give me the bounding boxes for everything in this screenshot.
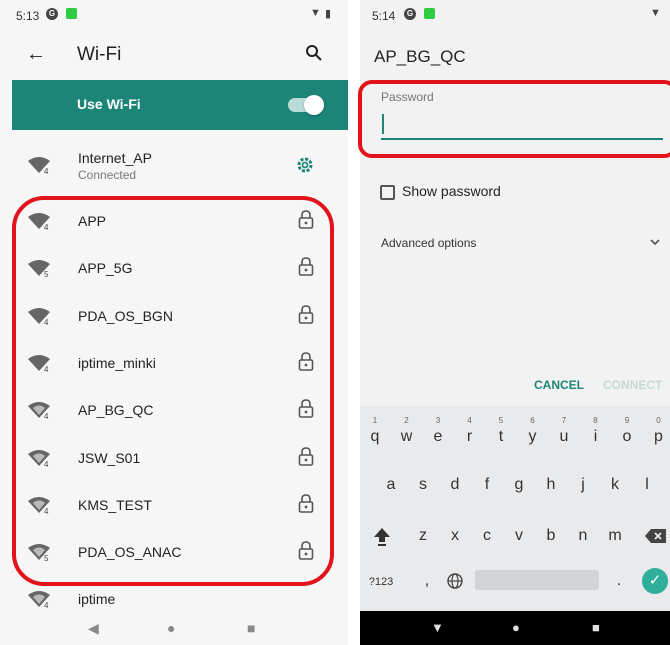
key-q[interactable]: q1	[364, 416, 386, 446]
app-notification-icon	[66, 8, 77, 19]
key-hint: 6	[530, 416, 535, 425]
key-i[interactable]: i8	[585, 416, 607, 446]
nav-bar: ◀ ● ■	[0, 610, 348, 645]
key-s[interactable]: s	[412, 476, 434, 494]
screenshot-stage: 5:13 G ▼ ▮ ← Wi-Fi Use Wi-Fi 4 Internet_…	[0, 0, 670, 645]
key-w[interactable]: w2	[396, 416, 418, 446]
key-hint: 2	[404, 416, 409, 425]
network-status: Connected	[78, 168, 137, 182]
key-hint: 0	[656, 416, 661, 425]
search-icon[interactable]	[305, 44, 323, 62]
key-u[interactable]: u7	[553, 416, 575, 446]
key-t[interactable]: t5	[490, 416, 512, 446]
app-bar: ← Wi-Fi	[0, 30, 348, 80]
key-hint: 5	[498, 416, 504, 425]
wifi-signal-icon: 4	[28, 591, 50, 609]
nav-bar: ▼ ● ■	[360, 611, 670, 645]
globe-icon[interactable]	[446, 572, 464, 590]
notification-icon: G	[46, 8, 58, 20]
dialog-title: AP_BG_QC	[374, 47, 466, 66]
key-hint: 4	[467, 416, 472, 425]
status-time: 5:14	[372, 9, 396, 23]
cancel-button[interactable]: CANCEL	[534, 378, 584, 392]
key-h[interactable]: h	[540, 476, 562, 494]
key-hint: 7	[561, 416, 567, 425]
key-n[interactable]: n	[572, 527, 594, 545]
status-bar: 5:13 G ▼ ▮	[0, 0, 348, 30]
wifi-status-icon: ▼	[650, 7, 661, 19]
status-bar: 5:14 G ▼	[360, 0, 670, 30]
highlight-network-list	[12, 196, 334, 586]
network-name: Internet_AP	[78, 150, 152, 166]
enter-key[interactable]: ✓	[642, 568, 668, 594]
key-hint: 1	[372, 416, 378, 425]
shift-icon[interactable]	[372, 526, 392, 548]
key-l[interactable]: l	[636, 476, 658, 494]
key-f[interactable]: f	[476, 476, 498, 494]
key-a[interactable]: a	[380, 476, 402, 494]
symbols-key[interactable]: ?123	[366, 576, 396, 588]
key-m[interactable]: m	[604, 527, 626, 545]
connect-button[interactable]: CONNECT	[603, 378, 662, 392]
nav-recents-icon[interactable]: ■	[592, 620, 600, 635]
current-network-row[interactable]: 4 Internet_AP Connected	[12, 142, 348, 189]
key-p[interactable]: p0	[648, 416, 670, 446]
key-z[interactable]: z	[412, 527, 434, 545]
period-key[interactable]: .	[608, 572, 630, 590]
key-hint: 8	[593, 416, 598, 425]
key-v[interactable]: v	[508, 527, 530, 545]
app-notification-icon	[424, 8, 435, 19]
key-hint: 3	[435, 416, 441, 425]
key-k[interactable]: k	[604, 476, 626, 494]
backspace-icon[interactable]	[644, 527, 668, 545]
advanced-options[interactable]: Advanced options	[381, 236, 476, 250]
nav-back-icon[interactable]: ◀	[88, 620, 99, 637]
key-c[interactable]: c	[476, 527, 498, 545]
chevron-down-icon[interactable]	[649, 236, 661, 248]
space-key[interactable]	[475, 570, 599, 590]
svg-text:4: 4	[44, 167, 49, 175]
use-wifi-bar[interactable]: Use Wi-Fi	[12, 80, 348, 130]
key-b[interactable]: b	[540, 527, 562, 545]
status-time: 5:13	[16, 9, 40, 23]
key-hint: 9	[624, 416, 630, 425]
back-arrow-icon[interactable]: ←	[26, 43, 46, 66]
page-title: Wi-Fi	[77, 44, 122, 65]
svg-text:4: 4	[44, 601, 49, 609]
network-name: iptime	[78, 591, 116, 608]
comma-key[interactable]: ,	[416, 572, 438, 590]
nav-home-icon[interactable]: ●	[512, 620, 520, 635]
key-x[interactable]: x	[444, 527, 466, 545]
battery-icon: ▮	[325, 8, 331, 20]
wifi-signal-icon: 4	[28, 157, 50, 175]
show-password-checkbox[interactable]	[380, 185, 395, 200]
key-r[interactable]: r4	[459, 416, 481, 446]
key-y[interactable]: y6	[522, 416, 544, 446]
highlight-password-field	[358, 80, 670, 158]
key-j[interactable]: j	[572, 476, 594, 494]
key-o[interactable]: o9	[616, 416, 638, 446]
show-password-label: Show password	[402, 183, 501, 199]
soft-keyboard: ?123 , . ✓ q1 w2 e3 r4 t5 y6 u7 i8 o9 p0 asdfghjkl…	[360, 406, 670, 611]
wifi-status-icon: ▼	[310, 7, 321, 19]
key-g[interactable]: g	[508, 476, 530, 494]
notification-icon: G	[404, 8, 416, 20]
use-wifi-label: Use Wi-Fi	[77, 96, 141, 112]
nav-home-icon[interactable]: ●	[167, 620, 175, 636]
wifi-toggle[interactable]	[288, 95, 324, 115]
key-d[interactable]: d	[444, 476, 466, 494]
key-e[interactable]: e3	[427, 416, 449, 446]
nav-recents-icon[interactable]: ■	[247, 620, 255, 636]
nav-back-icon[interactable]: ▼	[431, 620, 444, 635]
toggle-knob	[304, 95, 324, 115]
gear-icon[interactable]	[296, 156, 314, 174]
